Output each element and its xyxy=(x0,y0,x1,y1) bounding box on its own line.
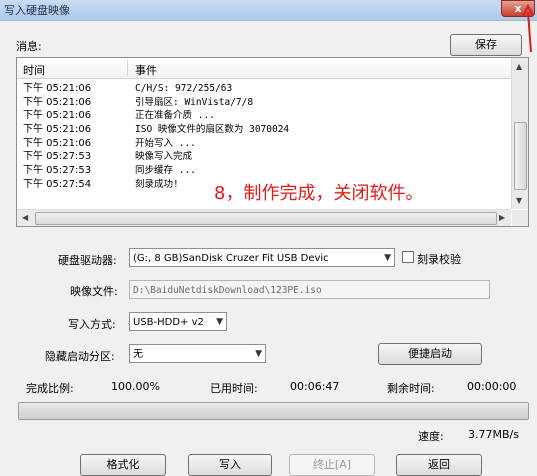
log-time: 下午 05:27:53 xyxy=(23,165,92,177)
annotation-text: 8，制作完成，关闭软件。 xyxy=(214,183,424,204)
write-method-select[interactable]: USB-HDD+ v2 ▼ xyxy=(129,312,227,331)
hidden-partition-label: 隐藏启动分区: xyxy=(45,350,115,363)
log-row[interactable]: 下午 05:27:53 映像写入完成 xyxy=(17,150,511,164)
log-header: 时间 事件 xyxy=(17,58,511,79)
log-row[interactable]: 下午 05:21:06 开始写入 ... xyxy=(17,137,511,151)
column-header-event[interactable]: 事件 xyxy=(135,62,157,78)
chevron-down-icon: ▼ xyxy=(384,253,391,263)
hidden-partition-value: 无 xyxy=(133,349,143,360)
log-event: 正在准备介质 ... xyxy=(135,110,215,122)
log-time: 下午 05:21:06 xyxy=(23,124,92,136)
log-event: ISO 映像文件的扇区数为 3070024 xyxy=(135,124,290,136)
log-row[interactable]: 下午 05:21:06 引导扇区: WinVista/7/8 xyxy=(17,96,511,110)
elapsed-label: 已用时间: xyxy=(210,382,258,395)
close-icon: x xyxy=(514,2,522,15)
log-event: 映像写入完成 xyxy=(135,151,193,163)
write-method-label: 写入方式: xyxy=(68,318,116,331)
drive-select-value: (G:, 8 GB)SanDisk Cruzer Fit USB Devic xyxy=(133,253,329,264)
red-arrow-marker-icon xyxy=(522,4,534,53)
image-file-field[interactable]: D:\BaiduNetdiskDownload\123PE.iso xyxy=(129,280,490,299)
save-button[interactable]: 保存 xyxy=(450,34,522,56)
log-event: C/H/S: 972/255/63 xyxy=(135,83,233,94)
log-time: 下午 05:27:53 xyxy=(23,151,92,163)
log-row[interactable]: 下午 05:27:53 同步缓存 ... xyxy=(17,164,511,178)
speed-label: 速度: xyxy=(418,430,444,443)
log-event: 引导扇区: WinVista/7/8 xyxy=(135,96,254,108)
log-time: 下午 05:21:06 xyxy=(23,83,92,94)
vertical-scroll-thumb[interactable] xyxy=(514,122,527,190)
column-divider[interactable] xyxy=(127,60,128,76)
horizontal-scrollbar[interactable]: ◀ ▶ xyxy=(17,209,511,226)
log-time: 下午 05:27:54 xyxy=(23,178,92,190)
log-rows: 下午 05:21:06 C/H/S: 972/255/63 下午 05:21:06… xyxy=(17,82,511,192)
vertical-scrollbar[interactable]: ▲ ▼ xyxy=(511,58,528,209)
scroll-up-arrow-icon[interactable]: ▲ xyxy=(516,62,522,71)
remaining-value: 00:00:00 xyxy=(467,380,517,393)
drive-select[interactable]: (G:, 8 GB)SanDisk Cruzer Fit USB Devic ▼ xyxy=(129,248,395,267)
progress-bar xyxy=(18,402,529,420)
log-event: 同步缓存 ... xyxy=(135,165,196,177)
scroll-right-arrow-icon[interactable]: ▶ xyxy=(499,213,505,222)
log-row[interactable]: 下午 05:21:06 正在准备介质 ... xyxy=(17,109,511,123)
log-event: 开始写入 ... xyxy=(135,137,196,149)
chevron-down-icon: ▼ xyxy=(255,349,262,359)
remaining-label: 剩余时间: xyxy=(387,382,435,395)
log-row[interactable]: 下午 05:21:06 ISO 映像文件的扇区数为 3070024 xyxy=(17,123,511,137)
scroll-down-arrow-icon[interactable]: ▼ xyxy=(516,196,522,205)
chevron-down-icon: ▼ xyxy=(216,317,223,327)
scroll-left-arrow-icon[interactable]: ◀ xyxy=(22,213,28,222)
title-bar: 写入硬盘映像 x xyxy=(0,0,537,21)
column-header-time[interactable]: 时间 xyxy=(23,62,45,78)
horizontal-scroll-thumb[interactable] xyxy=(35,212,497,225)
scrollbar-corner xyxy=(512,210,528,226)
drive-label: 硬盘驱动器: xyxy=(58,254,117,267)
log-time: 下午 05:21:06 xyxy=(23,137,92,149)
speed-value: 3.77MB/s xyxy=(468,428,519,441)
elapsed-value: 00:06:47 xyxy=(290,380,340,393)
window-title: 写入硬盘映像 xyxy=(4,4,70,17)
ratio-value: 100.00% xyxy=(111,380,160,393)
write-method-value: USB-HDD+ v2 xyxy=(133,317,204,328)
log-event: 刻录成功! xyxy=(135,178,179,190)
progress-fill xyxy=(19,403,528,419)
log-label: 消息: xyxy=(16,40,42,53)
ratio-label: 完成比例: xyxy=(26,382,74,395)
log-time: 下午 05:21:06 xyxy=(23,96,92,108)
log-time: 下午 05:21:06 xyxy=(23,110,92,122)
log-row[interactable]: 下午 05:21:06 C/H/S: 972/255/63 xyxy=(17,82,511,96)
verify-checkbox[interactable] xyxy=(402,251,414,263)
quick-boot-button[interactable]: 便捷启动 xyxy=(378,343,482,365)
verify-label[interactable]: 刻录校验 xyxy=(417,251,461,267)
image-file-label: 映像文件: xyxy=(70,285,118,298)
hidden-partition-select[interactable]: 无 ▼ xyxy=(129,344,266,363)
